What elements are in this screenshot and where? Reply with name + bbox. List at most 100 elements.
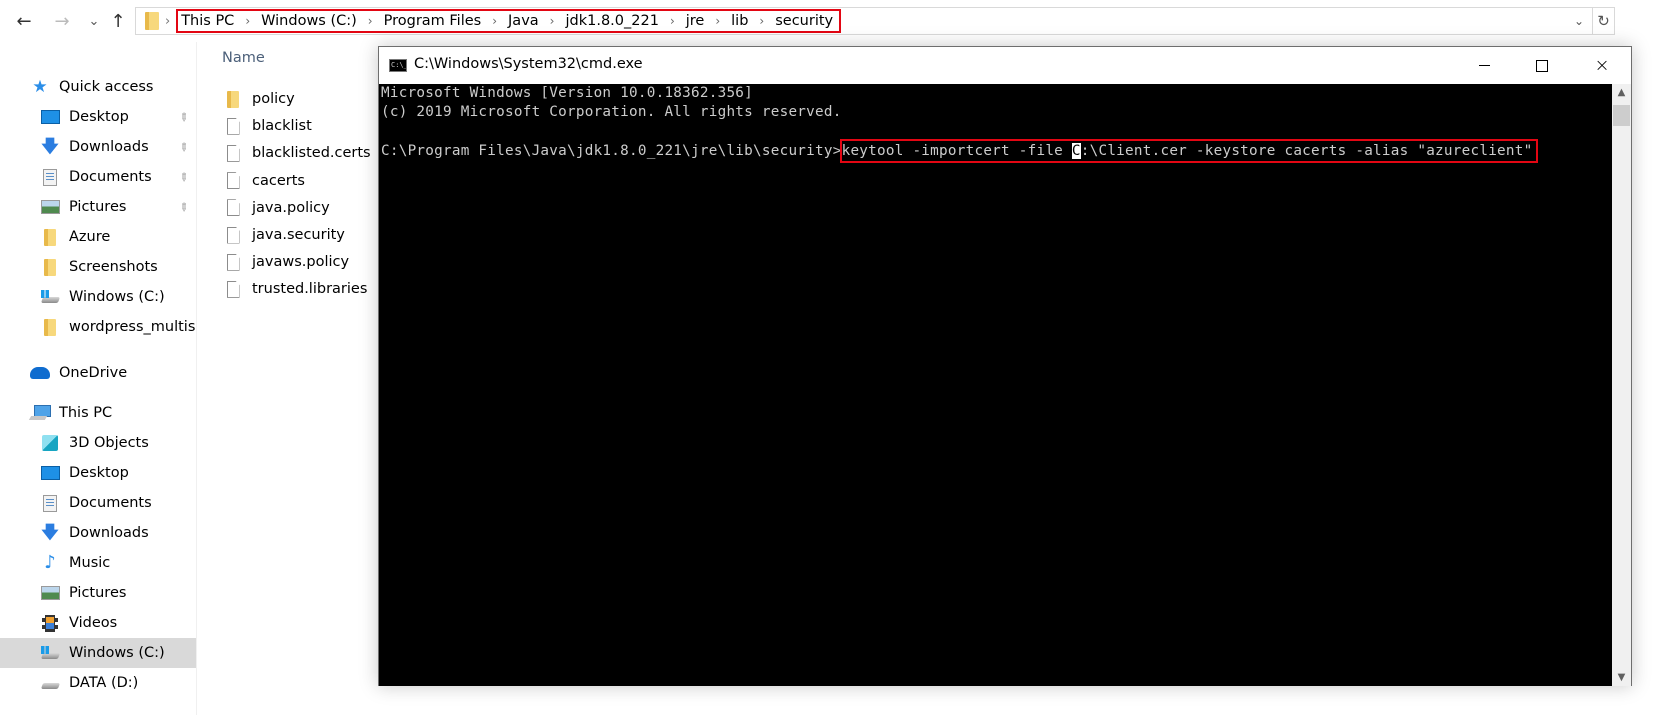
music-icon: ♪ — [44, 552, 56, 573]
back-button[interactable]: ← — [12, 8, 36, 34]
pin-icon: ✎ — [175, 199, 192, 215]
vertical-scrollbar[interactable]: ▲ ▼ — [1612, 84, 1631, 686]
sidebar-item-label: Quick access — [59, 79, 154, 95]
sidebar-item-desktop[interactable]: Desktop — [0, 458, 196, 488]
list-item[interactable]: javaws.policy — [224, 249, 349, 275]
sidebar-item-label: Windows (C:) — [69, 289, 165, 305]
this-pc-icon — [30, 404, 51, 422]
file-name: java.security — [252, 227, 345, 243]
sidebar-item-windows-c[interactable]: Windows (C:) — [0, 282, 196, 312]
sidebar-item-label: Downloads — [69, 525, 149, 541]
sidebar-item-pictures[interactable]: Pictures — [0, 578, 196, 608]
sidebar-item-videos[interactable]: Videos — [0, 608, 196, 638]
console-line: Microsoft Windows [Version 10.0.18362.35… — [381, 85, 754, 101]
documents-icon — [40, 494, 60, 512]
sidebar-item-label: OneDrive — [59, 365, 128, 381]
column-header-name[interactable]: Name — [222, 50, 265, 66]
sidebar-item-network[interactable]: Network — [0, 710, 196, 715]
breadcrumb-item[interactable]: security — [775, 13, 833, 29]
chevron-up-icon: ▲ — [1617, 87, 1626, 98]
breadcrumb-item[interactable]: Program Files — [384, 13, 482, 29]
sidebar-item-desktop[interactable]: Desktop ✎ — [0, 102, 196, 132]
console-output[interactable]: Microsoft Windows [Version 10.0.18362.35… — [379, 84, 1613, 686]
sidebar-item-data-d[interactable]: DATA (D:) — [0, 668, 196, 698]
drive-icon — [40, 644, 60, 662]
sidebar-item-downloads[interactable]: 🡇 Downloads — [0, 518, 196, 548]
chevron-down-icon: ⌄ — [1573, 14, 1585, 28]
scroll-up-button[interactable]: ▲ — [1612, 84, 1631, 101]
chevron-right-icon[interactable]: › — [550, 14, 555, 28]
chevron-right-icon[interactable]: › — [759, 14, 764, 28]
scroll-thumb[interactable] — [1613, 105, 1630, 126]
sidebar-item-music[interactable]: ♪ Music — [0, 548, 196, 578]
pin-icon: ✎ — [175, 109, 192, 125]
breadcrumb-item[interactable]: jre — [686, 13, 705, 29]
chevron-right-icon[interactable]: › — [245, 14, 250, 28]
breadcrumb-item[interactable]: This PC — [181, 13, 234, 29]
sidebar-item-azure[interactable]: Azure — [0, 222, 196, 252]
list-item[interactable]: policy — [224, 86, 295, 112]
chevron-right-icon[interactable]: › — [492, 14, 497, 28]
sidebar-item-downloads[interactable]: 🡇 Downloads ✎ — [0, 132, 196, 162]
list-item[interactable]: java.security — [224, 222, 345, 248]
chevron-right-icon[interactable]: › — [368, 14, 373, 28]
refresh-button[interactable]: ↻ — [1592, 8, 1614, 34]
close-button[interactable]: × — [1573, 47, 1631, 84]
desktop-icon — [40, 108, 60, 126]
sidebar-item-quick-access[interactable]: ★ Quick access — [0, 72, 196, 102]
file-icon — [224, 253, 242, 271]
file-name: trusted.libraries — [252, 281, 368, 298]
breadcrumb-item[interactable]: lib — [731, 13, 748, 29]
sidebar-item-label: 3D Objects — [69, 435, 149, 451]
breadcrumb-item[interactable]: Windows (C:) — [261, 13, 357, 29]
folder-icon — [224, 90, 242, 108]
sidebar-item-onedrive[interactable]: OneDrive — [0, 358, 196, 388]
scroll-down-button[interactable]: ▼ — [1612, 669, 1631, 686]
address-dropdown-button[interactable]: ⌄ — [1568, 8, 1590, 34]
minimize-button[interactable] — [1455, 47, 1513, 84]
breadcrumb-item[interactable]: Java — [508, 13, 539, 29]
chevron-down-icon: ⌄ — [88, 13, 100, 29]
cmd-window-title: C:\Windows\System32\cmd.exe — [414, 56, 643, 72]
sidebar-item-wordpress-multisite[interactable]: wordpress_multisite — [0, 312, 196, 342]
list-item[interactable]: java.policy — [224, 195, 330, 221]
sidebar-item-documents[interactable]: Documents ✎ — [0, 162, 196, 192]
list-item[interactable]: blacklisted.certs — [224, 140, 371, 166]
list-item[interactable]: blacklist — [224, 113, 312, 139]
sidebar-item-pictures[interactable]: Pictures ✎ — [0, 192, 196, 222]
navigation-pane: ★ Quick access Desktop ✎ 🡇 Downloads ✎ Document… — [0, 64, 196, 715]
sidebar-item-3d-objects[interactable]: 3D Objects — [0, 428, 196, 458]
sidebar-item-label: This PC — [59, 405, 113, 421]
address-bar[interactable]: › This PC › Windows (C:) › Program Files › Jav… — [135, 7, 1615, 35]
up-button[interactable]: ↑ — [106, 8, 130, 34]
chevron-right-icon[interactable]: › — [670, 14, 675, 28]
file-icon — [224, 280, 242, 298]
sidebar-item-label: Pictures — [69, 199, 127, 215]
folder-icon — [40, 258, 60, 276]
breadcrumb-item[interactable]: jdk1.8.0_221 — [565, 13, 658, 29]
forward-button[interactable]: → — [50, 8, 74, 34]
recent-locations-button[interactable]: ⌄ — [82, 8, 106, 34]
list-item[interactable]: trusted.libraries — [224, 276, 367, 302]
list-item[interactable]: cacerts — [224, 168, 305, 194]
maximize-button[interactable] — [1513, 47, 1571, 84]
sidebar-item-screenshots[interactable]: Screenshots — [0, 252, 196, 282]
sidebar-item-this-pc[interactable]: This PC — [0, 398, 196, 428]
sidebar-item-windows-c[interactable]: Windows (C:) — [0, 638, 196, 668]
star-icon: ★ — [32, 76, 48, 97]
sidebar-item-label: Desktop — [69, 109, 129, 125]
sidebar-item-documents[interactable]: Documents — [0, 488, 196, 518]
chevron-right-icon: › — [165, 13, 171, 29]
chevron-down-icon: ▼ — [1617, 672, 1626, 683]
chevron-right-icon[interactable]: › — [715, 14, 720, 28]
file-icon — [224, 117, 242, 135]
sidebar-item-label: Desktop — [69, 465, 129, 481]
folder-icon — [40, 228, 60, 246]
file-name: policy — [252, 91, 295, 107]
file-name: java.policy — [252, 199, 330, 216]
cmd-title-bar[interactable]: C:\_ C:\Windows\System32\cmd.exe × — [379, 47, 1631, 84]
file-name: javaws.policy — [252, 254, 350, 271]
sidebar-item-label: Screenshots — [69, 259, 158, 275]
explorer-navigation-bar: ← → ⌄ ↑ › This PC › Windows (C:) › Program F… — [0, 0, 1653, 42]
console-line: (c) 2019 Microsoft Corporation. All righ… — [381, 104, 842, 120]
